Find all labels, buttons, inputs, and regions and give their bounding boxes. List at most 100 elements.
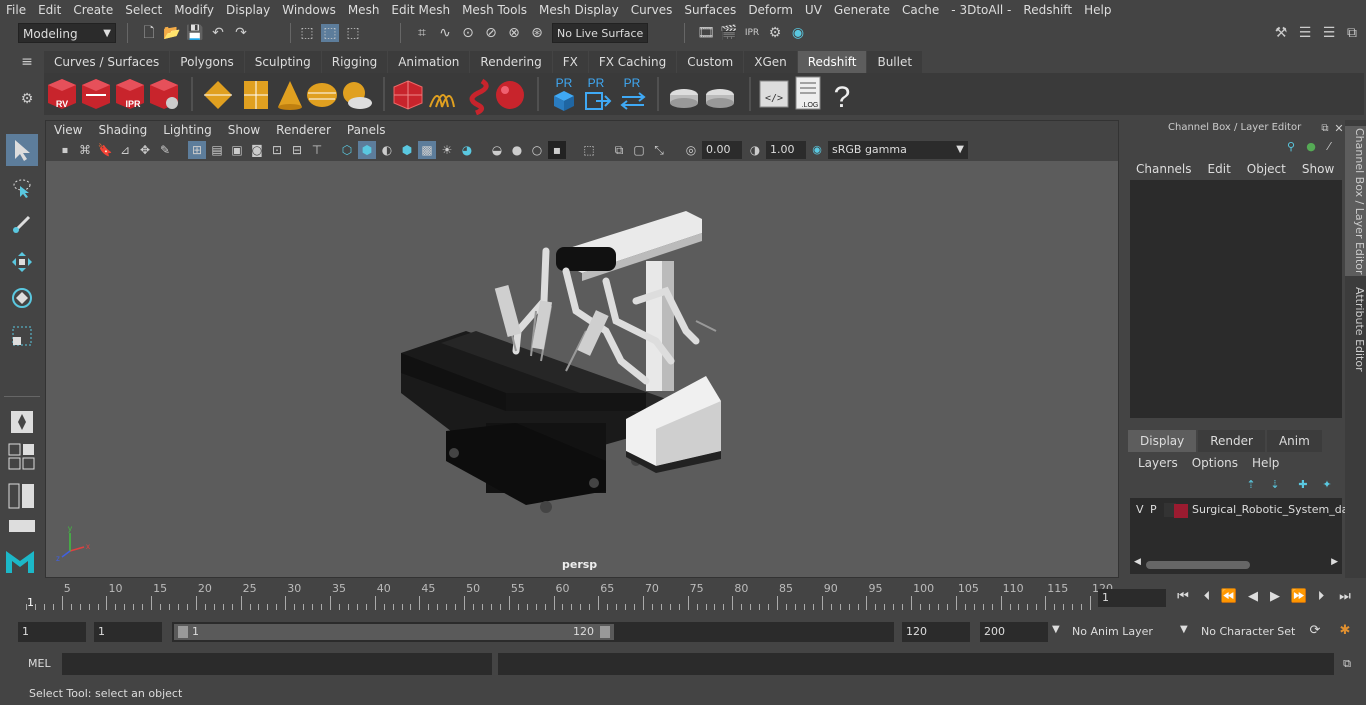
mel-input[interactable] xyxy=(62,653,492,675)
scale-tool-button[interactable] xyxy=(6,320,38,352)
redshift-ipr-icon[interactable]: IPR xyxy=(116,79,144,109)
layer-name[interactable]: Surgical_Robotic_System_da_ xyxy=(1192,503,1354,516)
resolution-gate-icon[interactable]: ▣ xyxy=(228,141,246,159)
auto-key-icon[interactable]: ⟳ xyxy=(1306,622,1324,640)
shelf-tab-curves-surfaces[interactable]: Curves / Surfaces xyxy=(44,51,170,73)
redshift-light-icon-3[interactable] xyxy=(278,81,302,110)
animation-end-field[interactable]: 200 xyxy=(980,622,1048,642)
mel-label[interactable]: MEL xyxy=(28,657,51,670)
lasso-tool-button[interactable] xyxy=(6,172,38,204)
layout-outliner-button[interactable] xyxy=(6,482,38,510)
snap-surface-icon[interactable]: ⊗ xyxy=(505,24,523,42)
menu-select[interactable]: Select xyxy=(119,0,168,20)
pie-icon-1[interactable] xyxy=(670,89,698,108)
lights-icon[interactable]: ☀ xyxy=(438,141,456,159)
character-set-chevron-icon[interactable]: ▼ xyxy=(1180,624,1188,635)
range-handle-right-icon[interactable] xyxy=(600,626,610,638)
menu-set-dropdown[interactable]: Modeling ▼ xyxy=(18,23,116,43)
step-back-key-icon[interactable]: ⏴ xyxy=(1198,588,1216,606)
ambient-occlusion-icon[interactable]: ◒ xyxy=(488,141,506,159)
viewport-menu-lighting[interactable]: Lighting xyxy=(155,121,220,139)
shelf-tab-polygons[interactable]: Polygons xyxy=(170,51,244,73)
scroll-left-icon[interactable]: ◀ xyxy=(1134,557,1141,567)
redshift-light-icon-1[interactable] xyxy=(204,81,232,109)
menu-deform[interactable]: Deform xyxy=(742,0,799,20)
scroll-thumb[interactable] xyxy=(1146,561,1250,569)
last-tool-button[interactable] xyxy=(6,406,38,438)
xray-joints-icon[interactable]: ⧉ xyxy=(610,141,628,159)
channel-box-menu-edit[interactable]: Edit xyxy=(1208,162,1231,176)
shelf-tab-animation[interactable]: Animation xyxy=(388,51,470,73)
viewport-menu-renderer[interactable]: Renderer xyxy=(268,121,339,139)
redshift-rv-icon[interactable]: RV xyxy=(48,79,76,109)
character-set-dropdown[interactable]: No Character Set xyxy=(1197,622,1297,642)
animation-start-field[interactable]: 1 xyxy=(18,622,86,642)
grease-pencil-icon[interactable]: ✎ xyxy=(156,141,174,159)
gate-mask-icon[interactable]: ◙ xyxy=(248,141,266,159)
move-tool-button[interactable] xyxy=(6,246,38,278)
script-editor-icon[interactable]: ⧉ xyxy=(1338,655,1356,673)
viewport-menu-view[interactable]: View xyxy=(46,121,90,139)
select-hierarchy-icon[interactable]: ⬚ xyxy=(298,24,316,42)
shelf-tab-fx[interactable]: FX xyxy=(552,51,588,73)
redshift-light-icon-2[interactable] xyxy=(244,81,268,109)
redshift-hair-icon[interactable] xyxy=(429,94,455,108)
tool-settings-toggle-icon[interactable]: ☰ xyxy=(1320,24,1338,42)
2d-pan-icon[interactable]: ✥ xyxy=(136,141,154,159)
motion-blur-icon[interactable]: ● xyxy=(508,141,526,159)
redshift-settings-icon[interactable] xyxy=(150,79,178,109)
layer-menu-options[interactable]: Options xyxy=(1192,456,1238,470)
move-layer-down-icon[interactable]: ⇣ xyxy=(1266,476,1284,494)
new-layer-icon[interactable]: ✚ xyxy=(1294,476,1312,494)
redo-icon[interactable]: ↷ xyxy=(232,24,250,42)
ipr-render-icon[interactable]: IPR xyxy=(743,24,761,42)
shelf-menu-icon[interactable]: ≡ xyxy=(18,53,36,71)
live-surface-field[interactable]: No Live Surface xyxy=(552,23,648,43)
pr-swap-icon[interactable]: PR xyxy=(620,76,646,110)
snap-grid-icon[interactable]: ⌗ xyxy=(413,24,431,42)
3d-viewport[interactable]: x y z persp xyxy=(46,161,1118,577)
image-plane-icon[interactable]: ⊿ xyxy=(116,141,134,159)
menu-mesh-display[interactable]: Mesh Display xyxy=(533,0,625,20)
new-layer-selected-icon[interactable]: ✦ xyxy=(1318,476,1336,494)
layer-tab-anim[interactable]: Anim xyxy=(1266,430,1322,452)
shelf-tab-rendering[interactable]: Rendering xyxy=(470,51,552,73)
hypershade-icon[interactable]: ◉ xyxy=(789,24,807,42)
channel-box-menu-channels[interactable]: Channels xyxy=(1136,162,1192,176)
play-backward-icon[interactable]: ◀ xyxy=(1244,588,1262,606)
scroll-right-icon[interactable]: ▶ xyxy=(1331,557,1338,567)
select-object-icon[interactable]: ⬚ xyxy=(321,24,339,42)
field-chart-icon[interactable]: ⊡ xyxy=(268,141,286,159)
shelf-tab-redshift[interactable]: Redshift xyxy=(797,51,867,73)
select-component-icon[interactable]: ⬚ xyxy=(344,24,362,42)
range-slider[interactable]: 1 120 xyxy=(172,622,894,642)
step-forward-key-icon[interactable]: ⏵ xyxy=(1312,588,1330,606)
color-space-dropdown[interactable]: sRGB gamma ▼ xyxy=(828,141,968,159)
redshift-curve-icon[interactable] xyxy=(469,78,489,116)
bookmark-icon[interactable]: 🔖 xyxy=(96,141,114,159)
redshift-light-icon-4[interactable] xyxy=(307,83,337,107)
menu-surfaces[interactable]: Surfaces xyxy=(678,0,742,20)
playback-end-field[interactable]: 120 xyxy=(902,622,970,642)
channel-list[interactable] xyxy=(1130,180,1342,418)
xray-icon[interactable]: ▩ xyxy=(418,141,436,159)
menu-file[interactable]: File xyxy=(0,0,32,20)
render-frame-icon[interactable]: 🎬 xyxy=(720,24,738,42)
step-forward-frame-icon[interactable]: ⏩ xyxy=(1290,588,1308,606)
attribute-editor-toggle-icon[interactable]: ☰ xyxy=(1296,24,1314,42)
camera-select-icon[interactable]: ⏹ xyxy=(56,141,74,159)
code-icon[interactable]: </> xyxy=(759,80,789,108)
textured-icon[interactable]: ⬢ xyxy=(398,141,416,159)
shelf-settings-icon[interactable]: ⚙ xyxy=(18,90,36,108)
viewport-menu-shading[interactable]: Shading xyxy=(90,121,155,139)
layer-row[interactable]: V P Surgical_Robotic_System_da_ xyxy=(1134,502,1354,520)
play-forward-icon[interactable]: ▶ xyxy=(1266,588,1284,606)
paint-select-tool-button[interactable] xyxy=(6,208,38,240)
shelf-tab-rigging[interactable]: Rigging xyxy=(321,51,388,73)
help-icon[interactable]: ? xyxy=(834,81,851,114)
open-scene-icon[interactable]: 📂 xyxy=(163,24,181,42)
menu-create[interactable]: Create xyxy=(67,0,119,20)
time-slider[interactable]: 5 10 15 20 25 30 35 40 45 50 55 60 65 70 75 80 85 90 95 100… xyxy=(18,582,1113,612)
wireframe-icon[interactable]: ⬡ xyxy=(338,141,356,159)
rotate-tool-button[interactable] xyxy=(6,282,38,314)
